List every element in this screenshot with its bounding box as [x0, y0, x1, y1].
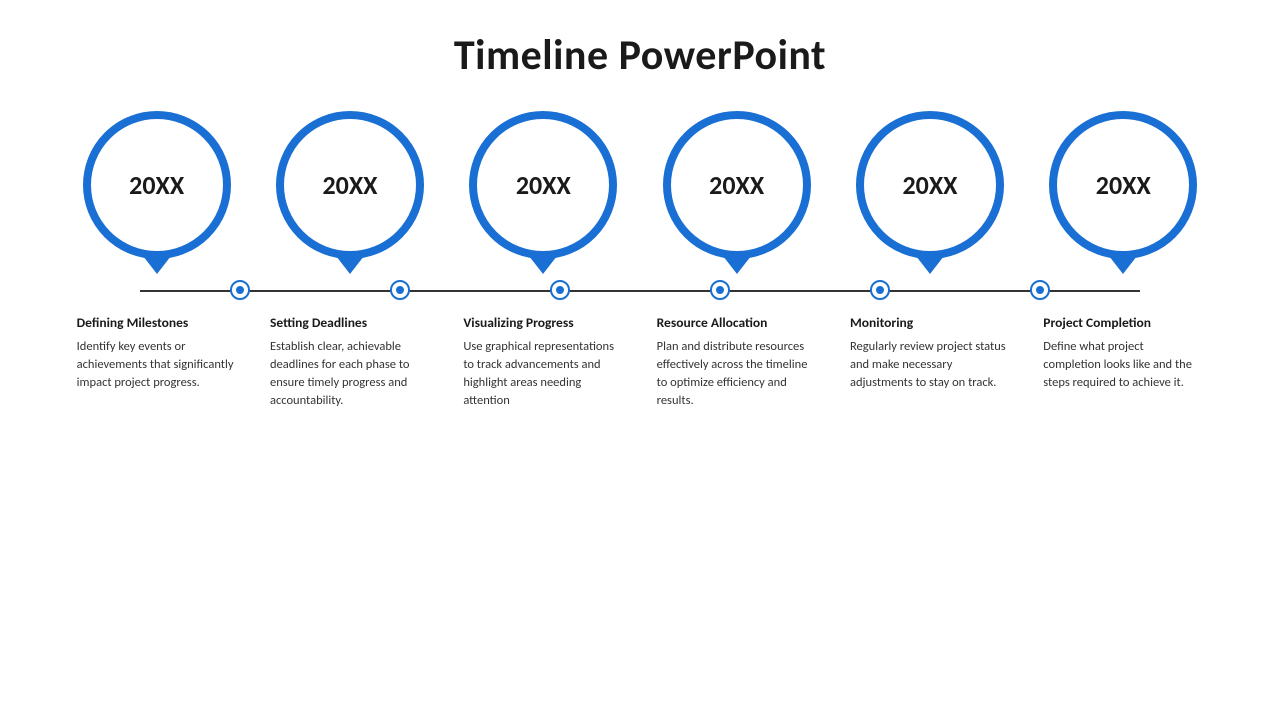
timeline-dot-wrapper-3 — [710, 280, 730, 300]
content-text-2: Use graphical representations to track a… — [463, 338, 623, 411]
content-row: Defining Milestones Identify key events … — [40, 314, 1240, 410]
circle-outer-1: 20XX — [276, 111, 424, 259]
timeline-dot-outer-0 — [230, 280, 250, 300]
timeline-section — [90, 290, 1190, 292]
circle-label-1: 20XX — [322, 169, 377, 201]
content-text-0: Identify key events or achievements that… — [77, 338, 237, 392]
content-text-5: Define what project completion looks lik… — [1043, 338, 1203, 392]
circle-outer-5: 20XX — [1049, 111, 1197, 259]
circle-label-4: 20XX — [902, 169, 957, 201]
timeline-area — [40, 282, 1240, 292]
circle-item-4: 20XX — [850, 111, 1010, 274]
timeline-dot-outer-3 — [710, 280, 730, 300]
circle-outer-0: 20XX — [83, 111, 231, 259]
content-text-1: Establish clear, achievable deadlines fo… — [270, 338, 430, 411]
dots-row — [140, 280, 1140, 300]
content-heading-4: Monitoring — [850, 314, 913, 332]
timeline-line — [140, 290, 1140, 292]
content-heading-2: Visualizing Progress — [463, 314, 573, 332]
timeline-dot-wrapper-4 — [870, 280, 890, 300]
timeline-dot-inner-3 — [716, 286, 724, 294]
circle-item-1: 20XX — [270, 111, 430, 274]
content-text-4: Regularly review project status and make… — [850, 338, 1010, 392]
timeline-dot-outer-1 — [390, 280, 410, 300]
content-item-3: Resource Allocation Plan and distribute … — [657, 314, 817, 410]
circles-row: 20XX 20XX 20XX 20XX 20XX 20XX — [40, 111, 1240, 274]
timeline-dot-wrapper-5 — [1030, 280, 1050, 300]
timeline-dot-wrapper-2 — [550, 280, 570, 300]
slide: Timeline PowerPoint 20XX 20XX 20XX 20XX — [0, 0, 1280, 720]
timeline-dot-inner-1 — [396, 286, 404, 294]
circle-label-5: 20XX — [1096, 169, 1151, 201]
circle-item-3: 20XX — [657, 111, 817, 274]
timeline-dot-outer-5 — [1030, 280, 1050, 300]
content-item-2: Visualizing Progress Use graphical repre… — [463, 314, 623, 410]
timeline-dot-inner-0 — [236, 286, 244, 294]
content-heading-5: Project Completion — [1043, 314, 1151, 332]
timeline-dot-wrapper-0 — [230, 280, 250, 300]
timeline-dot-outer-4 — [870, 280, 890, 300]
content-item-4: Monitoring Regularly review project stat… — [850, 314, 1010, 410]
circle-outer-2: 20XX — [469, 111, 617, 259]
circle-item-2: 20XX — [463, 111, 623, 274]
circle-outer-3: 20XX — [663, 111, 811, 259]
content-text-3: Plan and distribute resources effectivel… — [657, 338, 817, 411]
circle-label-2: 20XX — [516, 169, 571, 201]
circle-label-0: 20XX — [129, 169, 184, 201]
content-heading-3: Resource Allocation — [657, 314, 768, 332]
circle-item-0: 20XX — [77, 111, 237, 274]
circle-label-3: 20XX — [709, 169, 764, 201]
content-item-0: Defining Milestones Identify key events … — [77, 314, 237, 410]
timeline-dot-wrapper-1 — [390, 280, 410, 300]
content-heading-0: Defining Milestones — [77, 314, 189, 332]
timeline-dot-inner-5 — [1036, 286, 1044, 294]
content-heading-1: Setting Deadlines — [270, 314, 367, 332]
slide-title: Timeline PowerPoint — [454, 30, 826, 81]
timeline-dot-outer-2 — [550, 280, 570, 300]
circle-outer-4: 20XX — [856, 111, 1004, 259]
circle-item-5: 20XX — [1043, 111, 1203, 274]
content-item-5: Project Completion Define what project c… — [1043, 314, 1203, 410]
timeline-dot-inner-4 — [876, 286, 884, 294]
timeline-dot-inner-2 — [556, 286, 564, 294]
content-item-1: Setting Deadlines Establish clear, achie… — [270, 314, 430, 410]
